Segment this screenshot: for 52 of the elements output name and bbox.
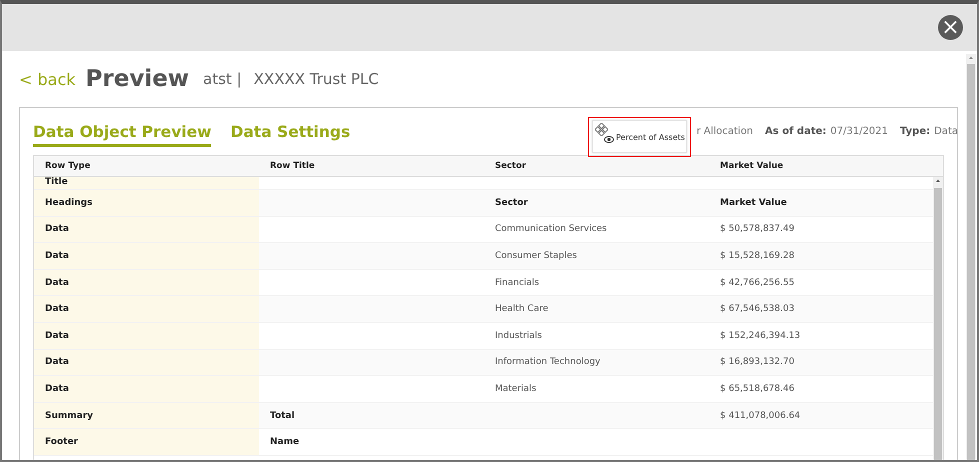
tab[interactable]: Data Object Preview [33,116,212,146]
table-cell: $ 42,766,256.55 [720,278,794,288]
column-header: Row Title [269,160,316,173]
table-cell: Total [270,410,295,421]
table-cell: Summary [45,410,94,421]
table-cell: $ 152,246,394.13 [720,330,800,341]
table-cell: Materials [495,384,536,394]
back-link[interactable]: < back [19,70,76,88]
scrollbar[interactable] [966,54,976,460]
type-label: Type: [900,126,930,137]
table-cell: Data [45,330,69,341]
table-cell: Industrials [495,330,542,341]
entity-name: XXXXX Trust PLC [254,70,379,88]
table-cell: Name [270,437,300,448]
move-icon [595,123,608,136]
table-cell: $ 67,546,538.03 [720,304,794,314]
eye-icon [604,136,614,143]
table-cell: Footer [45,437,78,448]
table-cell: Sector [495,198,528,208]
tooltip-text: Percent of Assets [616,133,685,142]
table-cell: Data [45,357,69,368]
table-cell: Data [45,278,69,288]
table-cell: $ 50,578,837.49 [720,224,794,234]
table-cell: Data [45,384,69,394]
table-cell: Market Value [720,198,787,208]
table-cell: $ 65,518,678.46 [720,384,794,394]
table-cell: Financials [495,278,540,288]
table-cell: Consumer Staples [495,250,577,261]
table-cell: Health Care [495,304,548,314]
type-value: Data [934,126,958,137]
column-header: Sector [494,160,528,173]
table-cell: $ 15,528,169.28 [720,250,794,261]
table-cell: Data [45,224,69,234]
scrollbar[interactable] [933,177,943,460]
table-cell: Title [45,177,68,187]
scroll-up-icon[interactable] [966,54,976,62]
date-label: As of date: [765,126,826,137]
column-header: Market Value [719,160,784,173]
page-subtitle: atst | [203,70,242,88]
table-cell: Data [45,250,69,261]
date-value: 07/31/2021 [830,126,888,137]
page-title: Preview [86,66,190,92]
tab[interactable]: Data Settings [230,116,350,146]
table-cell: Communication Services [495,224,607,234]
table-cell: Headings [45,198,92,208]
table-cell: Data [45,304,69,314]
table-cell: $ 411,078,006.64 [720,410,800,421]
table-cell: Information Technology [495,357,600,368]
column-header: Row Type [44,160,92,173]
table-cell: $ 16,893,132.70 [720,357,794,368]
allocation-label: r Allocation [696,126,754,137]
close-button[interactable]: × [938,15,963,40]
